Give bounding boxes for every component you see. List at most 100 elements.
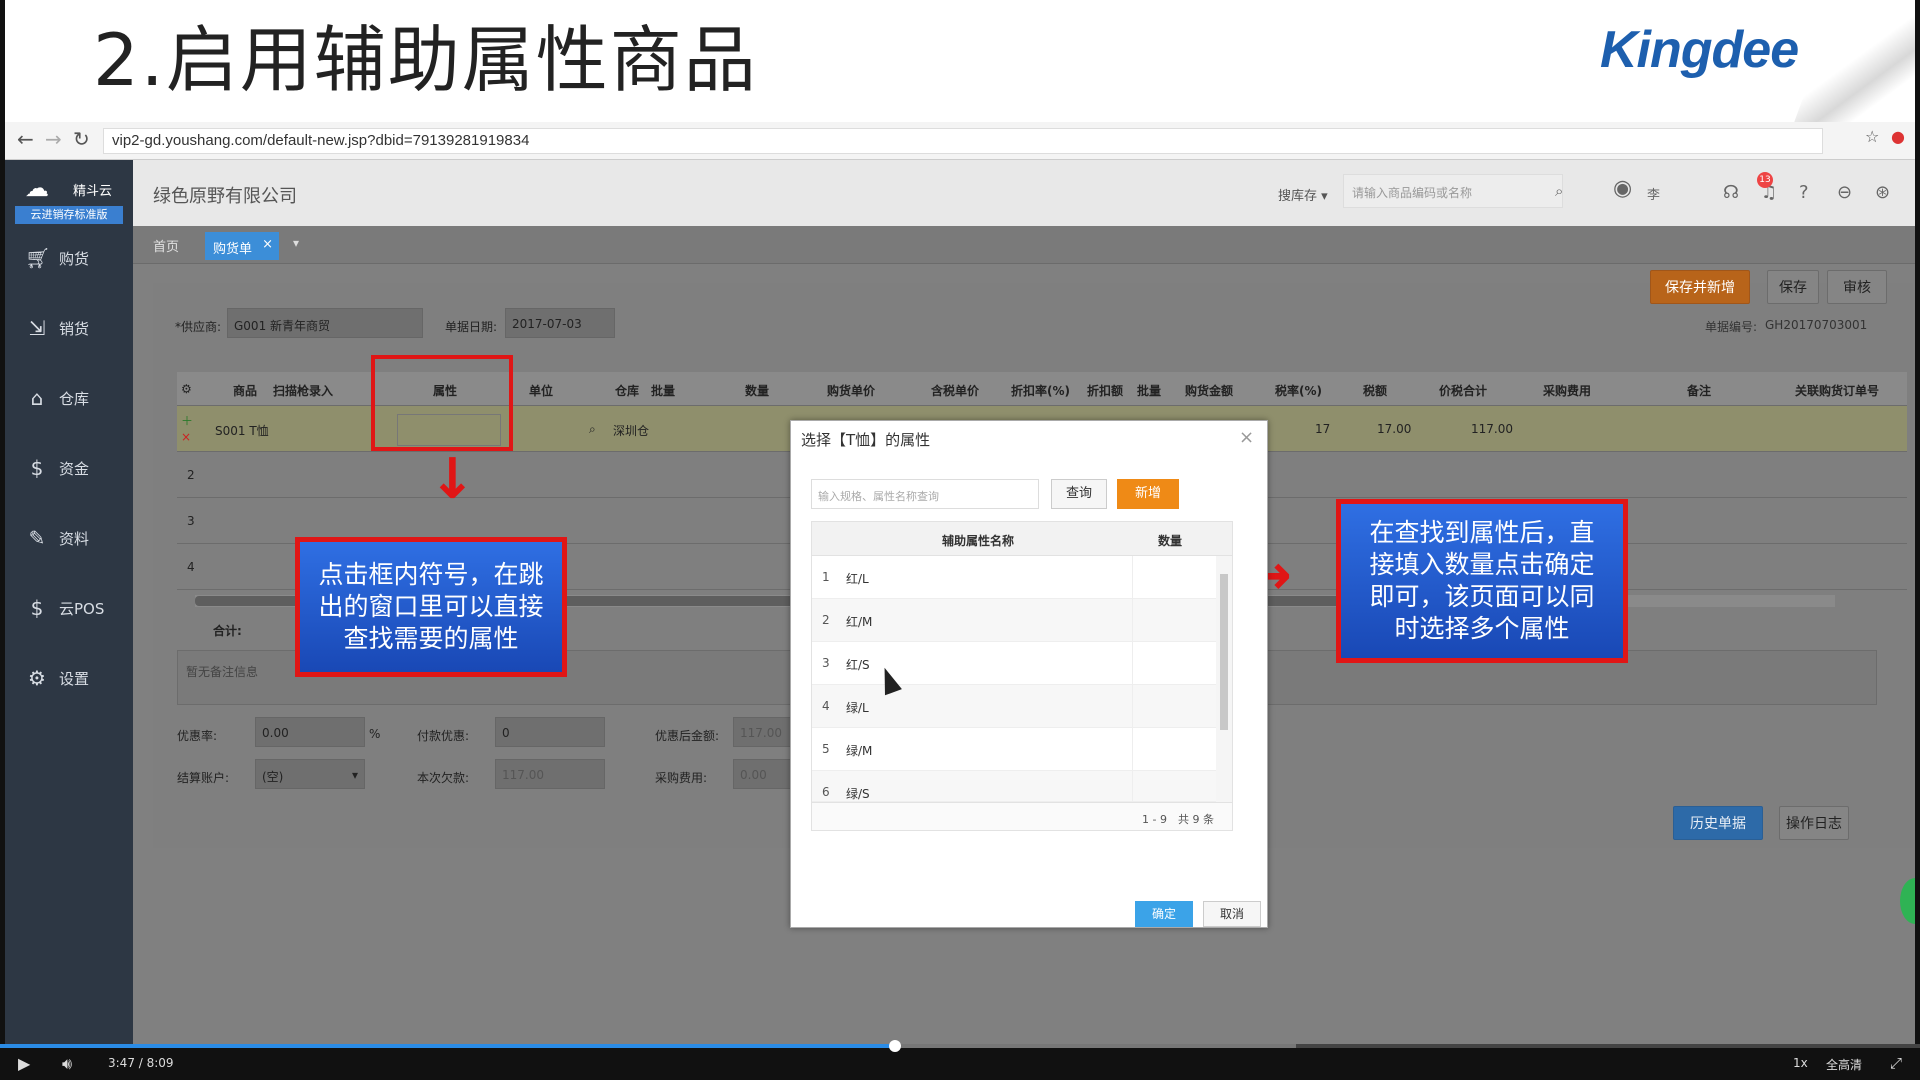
operation-log-button[interactable]: 操作日志	[1779, 806, 1849, 840]
video-controls	[0, 1045, 1920, 1080]
company-name: 绿色原野有限公司	[153, 186, 297, 207]
arrow-down-icon: ↓	[429, 447, 476, 512]
pen-icon: ✎	[28, 526, 46, 550]
exit-icon[interactable]: ⊖	[1837, 182, 1852, 203]
search-icon[interactable]: ⌕	[1555, 182, 1563, 200]
save-button[interactable]: 保存	[1767, 270, 1819, 304]
tab-purchase-order[interactable]: 购货单 ×	[205, 232, 279, 260]
search-input[interactable]: 请输入商品编码或名称	[1343, 174, 1563, 208]
confirm-button[interactable]: 确定	[1135, 901, 1193, 927]
bookmark-star-icon[interactable]: ☆	[1865, 127, 1879, 146]
user-name[interactable]: 李	[1647, 184, 1660, 203]
slide: 2.启用辅助属性商品 Kingdee ← → ↻ vip2-gd.youshan…	[5, 0, 1915, 1045]
supplier-field[interactable]: G001 新青年商贸	[227, 308, 423, 338]
account-label: 结算账户:	[177, 771, 230, 785]
product-cell[interactable]: S001 T恤	[215, 422, 269, 439]
tab-dropdown-icon[interactable]: ▾	[293, 236, 299, 250]
list-item[interactable]: 6 绿/S	[812, 771, 1216, 802]
col-tax: 税额	[1363, 384, 1388, 398]
video-progress-bar[interactable]	[0, 1040, 1920, 1052]
sidebar-label: 购货	[59, 249, 90, 268]
chevron-down-icon: ▾	[351, 768, 358, 782]
qty-input[interactable]	[1132, 771, 1216, 801]
row-number: 2	[187, 468, 195, 482]
reload-icon[interactable]: ↻	[73, 127, 90, 151]
tab-label: 购货单	[213, 242, 253, 257]
date-field[interactable]: 2017-07-03	[505, 308, 615, 338]
qty-input[interactable]	[1132, 728, 1216, 771]
forward-icon[interactable]: →	[45, 127, 62, 151]
list-item[interactable]: 4 绿/L	[812, 685, 1216, 728]
address-bar[interactable]: vip2-gd.youshang.com/default-new.jsp?dbi…	[103, 128, 1823, 154]
discount-rate-field[interactable]: 0.00	[255, 717, 365, 747]
logo-swoosh	[1791, 0, 1915, 130]
tax-rate-cell: 17	[1315, 422, 1331, 436]
sidebar-item-sales[interactable]: ⇲ 销货	[5, 300, 133, 356]
volume-icon[interactable]: 🔊︎	[62, 1054, 72, 1074]
play-icon[interactable]: ▶	[18, 1054, 30, 1073]
sidebar-item-funds[interactable]: $ 资金	[5, 440, 133, 496]
qty-input[interactable]	[1132, 556, 1216, 599]
after-discount-label: 优惠后金额:	[655, 729, 720, 743]
doc-no-label: 单据编号:	[1705, 320, 1758, 334]
col-product: 商品	[233, 384, 258, 398]
search-icon[interactable]: ⌕	[589, 422, 596, 437]
audit-button[interactable]: 审核	[1827, 270, 1887, 304]
query-button[interactable]: 查询	[1051, 479, 1107, 509]
purchase-fee-field: 0.00	[733, 759, 793, 789]
account-select[interactable]: (空) ▾	[255, 759, 365, 789]
pos-icon: $	[30, 596, 44, 620]
list-item[interactable]: 5 绿/M	[812, 728, 1216, 771]
col-batch: 批量	[651, 384, 676, 398]
list-item[interactable]: 1 红/L	[812, 556, 1216, 599]
row-index: 3	[822, 656, 830, 670]
scrollbar-thumb[interactable]	[1220, 574, 1228, 730]
extension-icon[interactable]: ●	[1891, 127, 1905, 146]
pay-discount-field[interactable]: 0	[495, 717, 605, 747]
sidebar-item-warehouse[interactable]: ⌂ 仓库	[5, 370, 133, 426]
tab-home[interactable]: 首页	[153, 236, 179, 255]
list-item[interactable]: 3 红/S	[812, 642, 1216, 685]
headset-icon[interactable]: ☊	[1723, 182, 1739, 203]
time-display: 3:47 / 8:09	[108, 1056, 174, 1070]
history-button[interactable]: 历史单据	[1673, 806, 1763, 840]
add-row-icon[interactable]: ＋	[181, 412, 193, 429]
avatar[interactable]: ◉	[1613, 176, 1632, 201]
col-unit: 单位	[529, 384, 554, 398]
new-attribute-button[interactable]: 新增	[1117, 479, 1179, 509]
attribute-name: 红/S	[846, 658, 870, 672]
sidebar-label: 设置	[59, 669, 90, 688]
close-icon[interactable]: ×	[1239, 427, 1254, 448]
sidebar-item-data[interactable]: ✎ 资料	[5, 510, 133, 566]
callout-right: 在查找到属性后，直接填入数量点击确定即可，该页面可以同时选择多个属性	[1336, 499, 1628, 663]
col-total: 价税合计	[1439, 384, 1488, 398]
sidebar-item-purchase[interactable]: 🛒︎ 购货	[5, 230, 133, 286]
qty-input[interactable]	[1132, 599, 1216, 642]
search-scope-select[interactable]: 搜库存 ▾	[1278, 185, 1328, 204]
sidebar-item-pos[interactable]: $ 云POS	[5, 580, 133, 636]
close-tab-icon[interactable]: ×	[262, 237, 273, 252]
qty-input[interactable]	[1132, 685, 1216, 728]
list-item[interactable]: 2 红/M	[812, 599, 1216, 642]
qty-input[interactable]	[1132, 642, 1216, 685]
grid-header: 辅助属性名称 数量	[812, 522, 1232, 556]
help-icon[interactable]: ?	[1799, 182, 1809, 203]
back-icon[interactable]: ←	[17, 127, 34, 151]
speed-button[interactable]: 1x	[1793, 1056, 1808, 1070]
sidebar-item-settings[interactable]: ⚙ 设置	[5, 650, 133, 706]
fullscreen-icon[interactable]: ⤢	[1890, 1054, 1902, 1072]
progress-knob[interactable]	[888, 1040, 901, 1052]
row-index: 2	[822, 613, 830, 627]
grid-scrollbar[interactable]	[1216, 556, 1232, 802]
save-and-new-button[interactable]: 保存并新增	[1650, 270, 1750, 304]
attribute-search-input[interactable]: 输入规格、属性名称查询	[811, 479, 1039, 509]
settings-icon[interactable]: ⊛	[1875, 182, 1890, 203]
warehouse-cell[interactable]: 深圳仓	[613, 422, 649, 439]
column-settings-icon[interactable]: ⚙	[181, 382, 192, 396]
delete-row-icon[interactable]: ×	[181, 430, 191, 444]
col-order-no: 关联购货订单号	[1795, 384, 1880, 398]
quality-button[interactable]: 全高清	[1826, 1056, 1862, 1073]
pay-discount-label: 付款优惠:	[417, 729, 470, 743]
cancel-button[interactable]: 取消	[1203, 901, 1261, 927]
col-remark: 备注	[1687, 384, 1712, 398]
